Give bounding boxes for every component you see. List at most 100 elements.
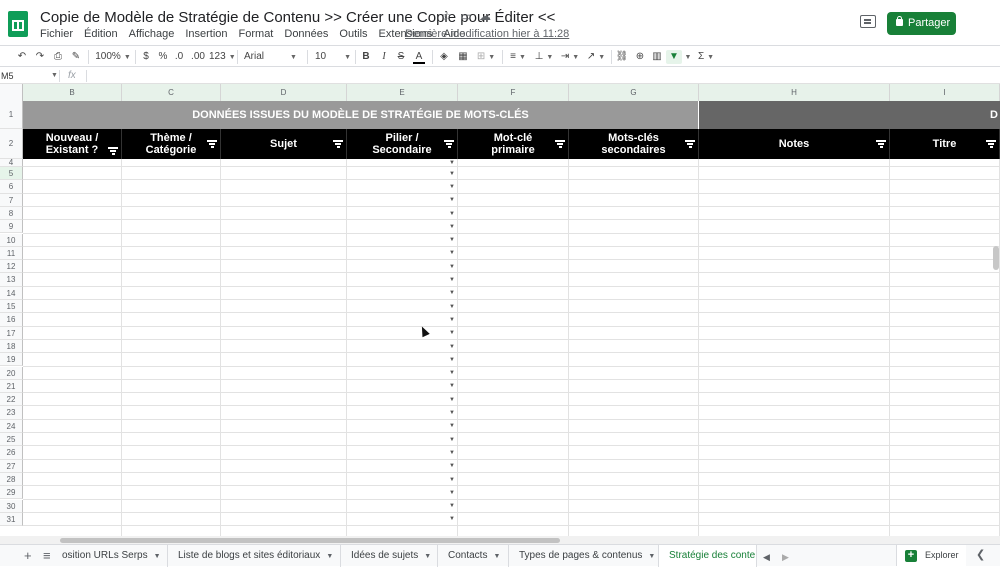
percent-format-button[interactable]: % [157, 50, 169, 64]
header-cell[interactable]: Nouveau / Existant ? [23, 129, 122, 159]
paint-format-icon[interactable]: ✎ [69, 50, 83, 64]
sheet-tab[interactable]: Contacts ▼ [438, 545, 509, 567]
bold-button[interactable]: B [361, 50, 371, 64]
row-header[interactable]: 16 [0, 313, 23, 327]
dropdown-chip-icon[interactable]: ▼ [449, 410, 455, 416]
row-header[interactable]: 21 [0, 379, 23, 394]
filter-icon[interactable] [444, 140, 454, 148]
chevron-down-icon[interactable]: ▼ [326, 553, 333, 560]
dropdown-chip-icon[interactable]: ▼ [449, 450, 455, 456]
star-icon[interactable]: ☆ [440, 9, 454, 23]
dropdown-chip-icon[interactable]: ▼ [449, 437, 455, 443]
chevron-down-icon[interactable]: ▼ [493, 553, 500, 560]
vertical-scrollbar[interactable] [993, 246, 999, 270]
currency-format-button[interactable]: $ [141, 50, 151, 64]
filter-icon[interactable] [685, 140, 695, 148]
sheet-tab[interactable]: Types de pages & contenus ▼ [509, 545, 659, 567]
row-header[interactable]: 24 [0, 419, 23, 433]
text-rotation-icon[interactable]: ↗ ▼ [586, 50, 606, 64]
chevron-down-icon[interactable]: ▼ [424, 553, 431, 560]
row-header[interactable]: 18 [0, 339, 23, 354]
column-header-h[interactable]: H [699, 84, 890, 101]
dropdown-chip-icon[interactable]: ▼ [449, 477, 455, 483]
menu-item[interactable]: Fichier [40, 28, 73, 40]
italic-button[interactable]: I [379, 50, 389, 64]
filter-icon[interactable] [876, 140, 886, 148]
dropdown-chip-icon[interactable]: ▼ [449, 277, 455, 283]
chevron-down-icon[interactable]: ▼ [648, 553, 655, 560]
menu-item[interactable]: Affichage [129, 28, 175, 40]
filter-icon[interactable] [986, 140, 996, 148]
dropdown-chip-icon[interactable]: ▼ [449, 160, 455, 166]
dropdown-chip-icon[interactable]: ▼ [449, 197, 455, 203]
dropdown-chip-icon[interactable]: ▼ [449, 344, 455, 350]
sheet-tab[interactable]: Stratégie des conte [659, 545, 757, 567]
share-button[interactable]: Partager [887, 12, 956, 35]
last-edit-link[interactable]: Dernière modification hier à 11:28 [405, 28, 569, 40]
sheet-tab[interactable]: Idées de sujets ▼ [341, 545, 438, 567]
dropdown-chip-icon[interactable]: ▼ [449, 423, 455, 429]
row-header[interactable]: 2 [0, 129, 23, 159]
row-header[interactable]: 10 [0, 233, 23, 247]
font-size-select[interactable]: 10 ▼ [315, 50, 351, 64]
side-panel-toggle-icon[interactable]: ❮ [976, 548, 985, 561]
dropdown-chip-icon[interactable]: ▼ [449, 370, 455, 376]
borders-icon[interactable]: ▦ [457, 50, 469, 64]
row-header[interactable]: 17 [0, 326, 23, 340]
spreadsheet-grid[interactable]: BCDEFGHI DONNÉES ISSUES DU MODÈLE DE STR… [0, 84, 1000, 536]
row-header[interactable]: 25 [0, 433, 23, 447]
dropdown-chip-icon[interactable]: ▼ [449, 250, 455, 256]
dropdown-chip-icon[interactable]: ▼ [449, 171, 455, 177]
filter-icon[interactable] [555, 140, 565, 148]
fill-color-icon[interactable]: ◈ [438, 50, 450, 64]
dropdown-chip-icon[interactable]: ▼ [449, 503, 455, 509]
dropdown-chip-icon[interactable]: ▼ [449, 264, 455, 270]
cloud-status-icon[interactable]: ☁ [478, 9, 492, 23]
menu-item[interactable]: Édition [84, 28, 118, 40]
header-cell[interactable]: Notes [699, 129, 890, 159]
text-wrap-icon[interactable]: ⇥ ▼ [560, 50, 580, 64]
column-header-f[interactable]: F [458, 84, 569, 101]
horizontal-align-icon[interactable]: ≡ ▼ [508, 50, 528, 64]
header-cell[interactable]: Sujet [221, 129, 347, 159]
column-header-i[interactable]: I [890, 84, 1000, 101]
row-header[interactable]: 28 [0, 472, 23, 487]
insert-chart-icon[interactable]: ▥ [650, 50, 664, 64]
vertical-align-icon[interactable]: ⊥ ▼ [534, 50, 554, 64]
filter-icon[interactable] [333, 140, 343, 148]
column-header-b[interactable]: B [23, 84, 122, 101]
redo-icon[interactable]: ↷ [33, 50, 47, 64]
filter-icon[interactable]: ▼ [666, 50, 682, 64]
row-header[interactable]: 13 [0, 273, 23, 287]
row-header[interactable]: 12 [0, 260, 23, 274]
select-all-corner[interactable] [0, 84, 23, 101]
column-header-g[interactable]: G [569, 84, 699, 101]
menu-item[interactable]: Format [239, 28, 274, 40]
dropdown-chip-icon[interactable]: ▼ [449, 184, 455, 190]
dropdown-chip-icon[interactable]: ▼ [449, 317, 455, 323]
dropdown-chip-icon[interactable]: ▼ [449, 383, 455, 389]
row-header[interactable]: 20 [0, 366, 23, 380]
chevron-down-icon[interactable]: ▼ [154, 553, 161, 560]
move-folder-icon[interactable]: ▭ [459, 9, 473, 23]
menu-item[interactable]: Outils [339, 28, 367, 40]
explore-button[interactable]: Explorer [896, 545, 966, 566]
row-header[interactable]: 9 [0, 220, 23, 234]
row-header[interactable]: 6 [0, 180, 23, 194]
row-header[interactable]: 11 [0, 246, 23, 261]
chevron-down-icon[interactable]: ▼ [684, 50, 692, 64]
sheet-tab[interactable]: osition URLs Serps ▼ [60, 545, 168, 567]
decrease-decimals-button[interactable]: .0 [173, 50, 185, 64]
functions-button[interactable]: Σ ▼ [696, 50, 716, 64]
row-header[interactable]: 7 [0, 193, 23, 207]
insert-link-icon[interactable]: ⛓ [615, 50, 629, 64]
row-header[interactable]: 14 [0, 286, 23, 300]
chevron-down-icon[interactable]: ▼ [51, 69, 58, 83]
dropdown-chip-icon[interactable]: ▼ [449, 490, 455, 496]
row-header[interactable]: 4 [0, 159, 23, 167]
row-header[interactable]: 22 [0, 393, 23, 407]
all-sheets-icon[interactable]: ≡ [43, 549, 51, 563]
header-cell[interactable]: Mots-clés secondaires [569, 129, 699, 159]
dropdown-chip-icon[interactable]: ▼ [449, 211, 455, 217]
row-header[interactable]: 1 [0, 101, 23, 129]
